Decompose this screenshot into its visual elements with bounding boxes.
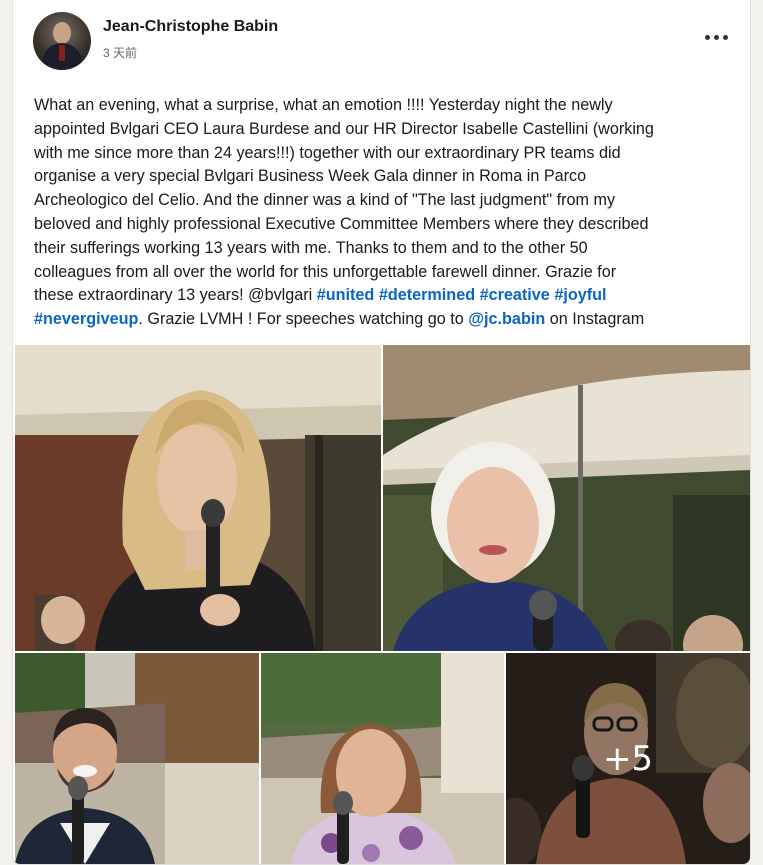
photo-grid: +5: [13, 345, 750, 864]
post-timestamp: 3 天前: [103, 46, 138, 60]
photo-man-speaking[interactable]: [15, 653, 259, 864]
more-dot: [722, 34, 728, 40]
photo-white-hair-woman[interactable]: [383, 345, 750, 651]
post-line: organise a very special Bvlgari Business…: [34, 167, 587, 186]
post-line: colleagues from all over the world for t…: [34, 262, 617, 281]
photo-white-hair-woman-image: [383, 345, 750, 651]
photo-man-speaking-image: [15, 653, 259, 864]
avatar-face: [53, 22, 71, 44]
more-dot: [713, 34, 719, 40]
photo-more-photos[interactable]: +5: [506, 653, 750, 864]
post-line: beloved and highly professional Executiv…: [34, 214, 649, 233]
hashtag-creative[interactable]: #creative: [480, 286, 550, 304]
avatar-tie: [59, 45, 65, 61]
mention-jc-babin[interactable]: @jc.babin: [468, 310, 545, 328]
author-avatar[interactable]: [33, 12, 91, 70]
post-line: #nevergiveup. Grazie LVMH ! For speeches…: [34, 308, 734, 332]
hashtag-joyful[interactable]: #joyful: [554, 286, 606, 304]
hashtag-united[interactable]: #united: [317, 286, 375, 304]
post-line: appointed Bvlgari CEO Laura Burdese and …: [34, 119, 654, 138]
hashtag-nevergiveup[interactable]: #nevergiveup: [34, 310, 138, 328]
author-name[interactable]: Jean-Christophe Babin: [103, 18, 278, 36]
post-body: What an evening, what a surprise, what a…: [34, 94, 734, 332]
post-line: with me since more than 24 years!!!) tog…: [34, 143, 621, 162]
photo-floral-woman-image: [261, 653, 504, 864]
more-horizontal-icon: [704, 34, 710, 40]
post-text-segment: these extraordinary 13 years! @bvlgari: [34, 286, 317, 305]
post-line: these extraordinary 13 years! @bvlgari #…: [34, 284, 734, 308]
photo-floral-woman[interactable]: [261, 653, 504, 864]
post-text-segment: on Instagram: [545, 310, 645, 329]
more-photos-count: +5: [506, 653, 750, 864]
post-text-segment: . Grazie LVMH ! For speeches watching go…: [138, 310, 469, 329]
post-line: Archeologico del Celio. And the dinner w…: [34, 191, 616, 210]
photo-woman-speaking[interactable]: [15, 345, 381, 651]
post-card: Jean-Christophe Babin 3 天前 What an eveni…: [12, 0, 751, 865]
post-line: their sufferings working 13 years with m…: [34, 238, 588, 257]
post-header: Jean-Christophe Babin 3 天前: [33, 12, 733, 72]
photo-woman-speaking-image: [15, 345, 381, 651]
hashtag-determined[interactable]: #determined: [379, 286, 475, 304]
more-options-button[interactable]: [699, 20, 733, 54]
post-line: What an evening, what a surprise, what a…: [34, 96, 613, 114]
